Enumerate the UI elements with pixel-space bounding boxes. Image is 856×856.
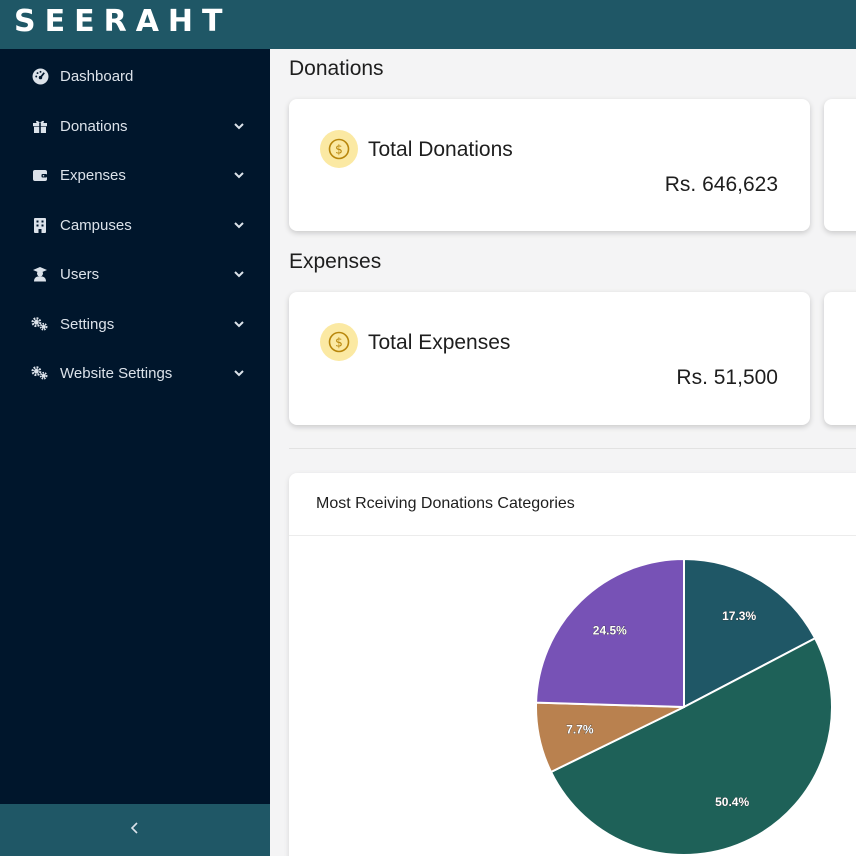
total-donations-label: Total Donations bbox=[368, 138, 513, 161]
expenses-secondary-card bbox=[824, 292, 856, 425]
sidebar-item-label: Donations bbox=[60, 117, 128, 135]
wallet-icon bbox=[31, 166, 49, 184]
donation-categories-pie-chart: 17.3% 50.4% 7.7% 24.5% bbox=[535, 557, 833, 856]
total-expenses-value: Rs. 51,500 bbox=[676, 366, 778, 389]
coin-icon: $ bbox=[320, 323, 358, 361]
sidebar-item-label: Dashboard bbox=[60, 67, 134, 85]
donations-section-title: Donations bbox=[289, 57, 384, 80]
sidebar-item-label: Users bbox=[60, 265, 100, 283]
pie-slice-label-0: 17.3% bbox=[722, 609, 756, 623]
main-content: Donations $ Total Donations Rs. 646,623 … bbox=[270, 49, 856, 856]
chevron-left-icon bbox=[129, 821, 141, 840]
donations-secondary-card bbox=[824, 99, 856, 231]
gears-icon bbox=[31, 315, 49, 333]
section-divider bbox=[289, 448, 856, 449]
total-donations-value: Rs. 646,623 bbox=[664, 173, 778, 196]
top-bar: SEERAHT bbox=[0, 0, 856, 49]
sidebar-item-donations[interactable]: Donations bbox=[0, 106, 270, 146]
svg-text:$: $ bbox=[335, 143, 343, 157]
pie-slice-label-3: 24.5% bbox=[593, 624, 627, 638]
gauge-icon bbox=[31, 67, 49, 85]
chart-title: Most Rceiving Donations Categories bbox=[316, 495, 575, 512]
pie-slice-label-2: 7.7% bbox=[566, 722, 594, 736]
expenses-section-title: Expenses bbox=[289, 250, 382, 273]
sidebar-item-dashboard[interactable]: Dashboard bbox=[0, 56, 270, 96]
chevron-down-icon[interactable] bbox=[232, 168, 246, 182]
total-donations-card: $ Total Donations Rs. 646,623 bbox=[289, 99, 810, 231]
sidebar-item-settings[interactable]: Settings bbox=[0, 304, 270, 344]
total-expenses-label: Total Expenses bbox=[368, 331, 511, 354]
coin-icon: $ bbox=[320, 130, 358, 168]
donation-categories-chart-card: Most Rceiving Donations Categories 17.3%… bbox=[289, 473, 856, 856]
sidebar-item-label: Expenses bbox=[60, 166, 126, 184]
sidebar-item-label: Campuses bbox=[60, 216, 132, 234]
gears-icon bbox=[31, 364, 49, 382]
sidebar-item-expenses[interactable]: Expenses bbox=[0, 155, 270, 195]
sidebar-item-campuses[interactable]: Campuses bbox=[0, 205, 270, 245]
app-logo[interactable]: SEERAHT bbox=[14, 4, 231, 39]
total-expenses-card: $ Total Expenses Rs. 51,500 bbox=[289, 292, 810, 425]
sidebar-item-label: Settings bbox=[60, 315, 115, 333]
svg-text:$: $ bbox=[335, 336, 343, 350]
sidebar-item-label: Website Settings bbox=[60, 364, 173, 382]
pie-slice-label-1: 50.4% bbox=[715, 795, 749, 809]
chevron-down-icon[interactable] bbox=[232, 317, 246, 331]
sidebar: Dashboard Donations Expenses Campuses Us… bbox=[0, 49, 270, 856]
sidebar-item-users[interactable]: Users bbox=[0, 254, 270, 294]
graduate-icon bbox=[31, 265, 49, 283]
chevron-down-icon[interactable] bbox=[232, 119, 246, 133]
chevron-down-icon[interactable] bbox=[232, 267, 246, 281]
chevron-down-icon[interactable] bbox=[232, 366, 246, 380]
building-icon bbox=[31, 216, 49, 234]
sidebar-item-website-settings[interactable]: Website Settings bbox=[0, 353, 270, 393]
sidebar-collapse-button[interactable] bbox=[0, 804, 270, 856]
chevron-down-icon[interactable] bbox=[232, 218, 246, 232]
gift-icon bbox=[31, 117, 49, 135]
